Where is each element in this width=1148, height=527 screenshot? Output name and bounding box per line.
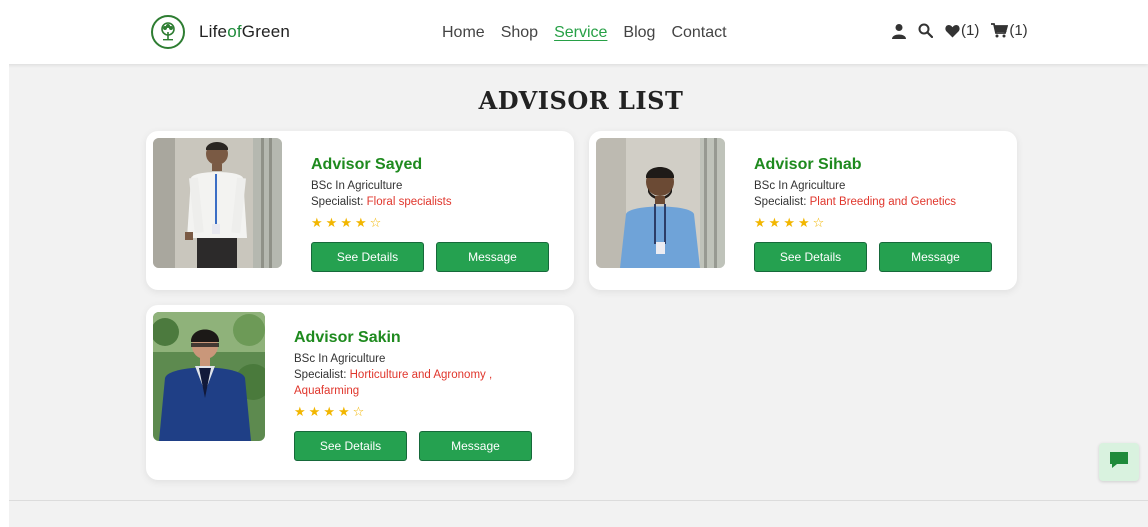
star-filled-icon: ★ (311, 215, 323, 230)
page-title: ADVISOR LIST (478, 86, 684, 115)
footer-divider (9, 500, 1148, 501)
nav-actions: (1) (1) (892, 22, 1040, 39)
left-edge (0, 64, 9, 527)
wishlist-count: (1) (961, 22, 980, 39)
chat-icon (1109, 451, 1129, 474)
chat-button[interactable] (1099, 443, 1139, 481)
search-icon[interactable] (918, 23, 933, 38)
navbar: LifeofGreen Home Shop Service Blog Conta… (0, 0, 1148, 64)
main-nav: Home Shop Service Blog Contact (442, 23, 743, 43)
nav-home[interactable]: Home (442, 23, 485, 43)
star-filled-icon: ★ (783, 215, 795, 230)
advisor-actions: See Details Message (311, 242, 549, 272)
advisor-info: Advisor Sihab BSc In Agriculture Special… (754, 155, 992, 272)
cart-count: (1) (1009, 22, 1028, 39)
message-button[interactable]: Message (879, 242, 992, 272)
cart-button[interactable]: (1) (991, 22, 1028, 39)
star-empty-icon: ☆ (812, 215, 825, 230)
brand-name-part1: Life (199, 22, 228, 41)
advisor-card: Advisor Sayed BSc In Agriculture Special… (146, 131, 574, 290)
star-filled-icon: ★ (754, 215, 766, 230)
cart-icon (991, 23, 1009, 38)
star-filled-icon: ★ (294, 404, 306, 419)
specialist-label: Specialist: (294, 369, 347, 381)
user-icon[interactable] (892, 23, 906, 39)
advisor-photo (153, 138, 282, 268)
star-empty-icon: ☆ (369, 215, 382, 230)
brand-name: LifeofGreen (199, 22, 290, 42)
specialist-value: Horticulture and Agronomy , (349, 369, 493, 381)
specialist-label: Specialist: (311, 196, 364, 208)
nav-blog[interactable]: Blog (623, 23, 655, 43)
advisor-card: Advisor Sihab BSc In Agriculture Special… (589, 131, 1017, 290)
rating-stars: ★ ★ ★ ★ ☆ (294, 405, 532, 419)
rating-stars: ★ ★ ★ ★ ☆ (311, 216, 549, 230)
see-details-button[interactable]: See Details (754, 242, 867, 272)
advisor-photo (153, 312, 265, 441)
star-filled-icon: ★ (768, 215, 781, 230)
advisor-degree: BSc In Agriculture (754, 180, 846, 192)
advisor-name: Advisor Sayed (311, 156, 423, 173)
star-filled-icon: ★ (325, 215, 338, 230)
see-details-button[interactable]: See Details (311, 242, 424, 272)
advisor-specialty: Specialist: Floral specialists (311, 194, 549, 210)
star-filled-icon: ★ (323, 404, 335, 419)
message-button[interactable]: Message (436, 242, 549, 272)
heart-icon (945, 24, 960, 38)
advisor-degree: BSc In Agriculture (294, 353, 386, 365)
advisor-photo (596, 138, 725, 268)
advisor-actions: See Details Message (754, 242, 992, 272)
star-filled-icon: ★ (797, 215, 810, 230)
nav-service[interactable]: Service (554, 23, 607, 43)
advisor-name: Advisor Sihab (754, 156, 862, 173)
specialist-value: Floral specialists (366, 196, 452, 208)
nav-contact[interactable]: Contact (671, 23, 726, 43)
advisor-info: Advisor Sayed BSc In Agriculture Special… (311, 155, 549, 272)
star-filled-icon: ★ (337, 404, 350, 419)
tree-logo-icon (151, 15, 185, 49)
advisor-name: Advisor Sakin (294, 329, 401, 346)
see-details-button[interactable]: See Details (294, 431, 407, 461)
message-button[interactable]: Message (419, 431, 532, 461)
advisor-specialty: Specialist: Horticulture and Agronomy , … (294, 367, 532, 399)
advisor-info: Advisor Sakin BSc In Agriculture Special… (294, 328, 532, 461)
star-filled-icon: ★ (308, 404, 321, 419)
rating-stars: ★ ★ ★ ★ ☆ (754, 216, 992, 230)
star-filled-icon: ★ (354, 215, 367, 230)
brand-name-part2: of (227, 22, 242, 41)
specialist-value-line2: Aquafarming (294, 385, 360, 397)
advisor-card: Advisor Sakin BSc In Agriculture Special… (146, 305, 574, 480)
specialist-label: Specialist: (754, 196, 807, 208)
star-empty-icon: ☆ (352, 404, 365, 419)
advisor-degree: BSc In Agriculture (311, 180, 403, 192)
brand-name-part3: Green (241, 22, 291, 41)
star-filled-icon: ★ (340, 215, 352, 230)
nav-shop[interactable]: Shop (501, 23, 538, 43)
advisor-actions: See Details Message (294, 431, 532, 461)
brand-logo[interactable]: LifeofGreen (151, 15, 290, 49)
specialist-value: Plant Breeding and Genetics (809, 196, 957, 208)
wishlist-button[interactable]: (1) (945, 22, 979, 39)
advisor-specialty: Specialist: Plant Breeding and Genetics (754, 194, 992, 210)
